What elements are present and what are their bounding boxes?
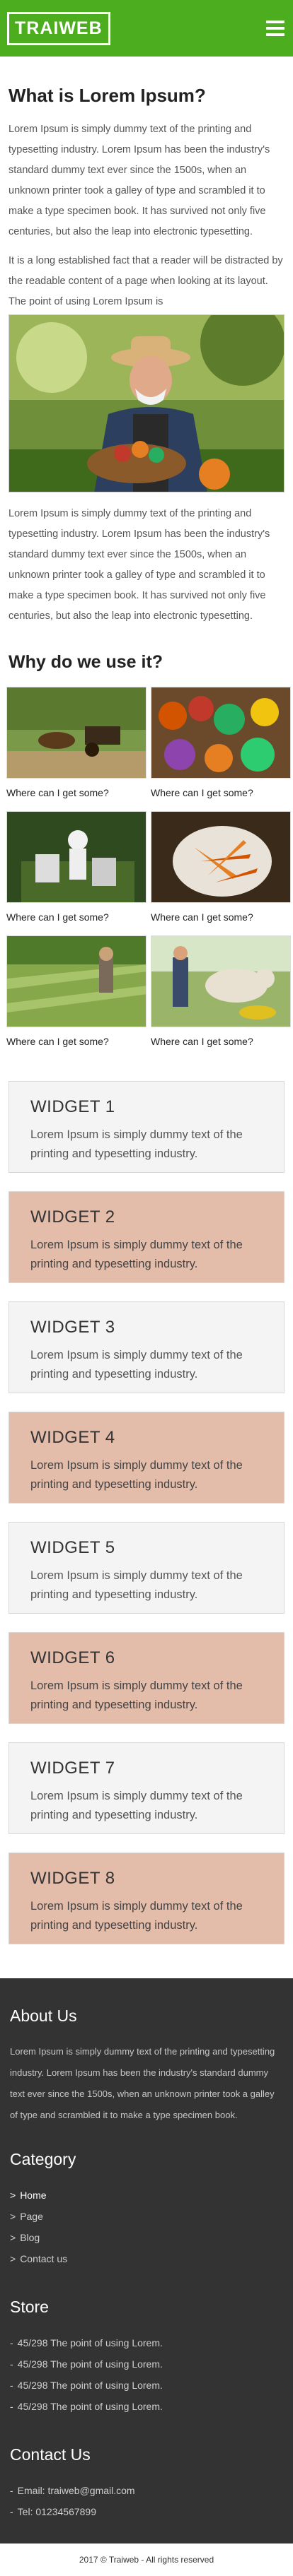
main-content: What is Lorem Ipsum? Lorem Ipsum is simp…	[0, 85, 293, 1945]
widget-text: Lorem Ipsum is simply dummy text of the …	[30, 1569, 243, 1602]
intro-paragraph-1: Lorem Ipsum is simply dummy text of the …	[8, 124, 270, 238]
widgets-section: WIDGET 1 Lorem Ipsum is simply dummy tex…	[8, 1081, 285, 1945]
store-title: Store	[10, 2298, 49, 2317]
widget-text: Lorem Ipsum is simply dummy text of the …	[30, 1459, 243, 1491]
category-label: Home	[20, 2190, 47, 2202]
chevron-right-icon: >	[10, 2253, 16, 2265]
gallery-image-horse-cart	[6, 687, 146, 779]
chevron-right-icon: >	[10, 2232, 16, 2244]
logo[interactable]: TRAIWEB	[7, 11, 110, 45]
gallery-caption[interactable]: Where can I get some?	[151, 787, 291, 798]
contact-list: - Email: traiweb@gmail.com - Tel: 01234567…	[10, 2480, 283, 2522]
why-title: Why do we use it?	[8, 652, 163, 673]
category-link-page[interactable]: > Page	[10, 2206, 283, 2227]
widget-7[interactable]: WIDGET 7 Lorem Ipsum is simply dummy tex…	[8, 1742, 285, 1835]
about-title: About Us	[10, 2007, 77, 2026]
gallery-item[interactable]: Where can I get some?	[151, 687, 291, 807]
intro-title: What is Lorem Ipsum?	[8, 85, 206, 106]
category-link-contact[interactable]: > Contact us	[10, 2248, 283, 2269]
gallery-image-vegetables	[151, 687, 291, 779]
store-item: -45/298 The point of using Lorem.	[10, 2337, 163, 2349]
widget-2[interactable]: WIDGET 2 Lorem Ipsum is simply dummy tex…	[8, 1191, 285, 1284]
about-text: Lorem Ipsum is simply dummy text of the …	[10, 2046, 275, 2121]
gallery-caption[interactable]: Where can I get some?	[6, 787, 146, 798]
contact-email[interactable]: - Email: traiweb@gmail.com	[10, 2480, 283, 2501]
category-label: Blog	[20, 2232, 40, 2244]
widget-text: Lorem Ipsum is simply dummy text of the …	[30, 1128, 243, 1161]
image-gallery: Where can I get some? Where can I get so…	[6, 687, 291, 1056]
hero-image-farmer	[8, 314, 285, 493]
intro-paragraph-3: Lorem Ipsum is simply dummy text of the …	[8, 508, 270, 622]
chevron-right-icon: >	[10, 2190, 16, 2202]
gallery-caption[interactable]: Where can I get some?	[151, 911, 291, 923]
widget-8[interactable]: WIDGET 8 Lorem Ipsum is simply dummy tex…	[8, 1853, 285, 1945]
category-list: > Home > Page > Blog > Contact us	[10, 2185, 283, 2269]
widget-text: Lorem Ipsum is simply dummy text of the …	[30, 1679, 243, 1712]
widget-title: WIDGET 7	[30, 1759, 115, 1778]
category-title: Category	[10, 2150, 76, 2169]
store-list: -45/298 The point of using Lorem. -45/29…	[10, 2332, 283, 2417]
category-label: Contact us	[20, 2253, 68, 2265]
widget-title: WIDGET 3	[30, 1318, 115, 1337]
site-footer: About Us Lorem Ipsum is simply dummy tex…	[0, 1978, 293, 2544]
store-item: -45/298 The point of using Lorem.	[10, 2401, 163, 2413]
gallery-item[interactable]: Where can I get some?	[151, 811, 291, 931]
widget-title: WIDGET 2	[30, 1207, 115, 1227]
store-item: -45/298 The point of using Lorem.	[10, 2380, 163, 2392]
widget-3[interactable]: WIDGET 3 Lorem Ipsum is simply dummy tex…	[8, 1301, 285, 1394]
gallery-image-beekeeper	[6, 811, 146, 904]
gallery-image-carrots	[151, 811, 291, 904]
widget-6[interactable]: WIDGET 6 Lorem Ipsum is simply dummy tex…	[8, 1632, 285, 1725]
widget-title: WIDGET 6	[30, 1648, 115, 1668]
widget-text: Lorem Ipsum is simply dummy text of the …	[30, 1239, 243, 1271]
contact-title: Contact Us	[10, 2445, 91, 2464]
gallery-image-farmer-cow	[151, 935, 291, 1028]
gallery-item[interactable]: Where can I get some?	[6, 935, 146, 1056]
widget-1[interactable]: WIDGET 1 Lorem Ipsum is simply dummy tex…	[8, 1081, 285, 1174]
widget-title: WIDGET 5	[30, 1538, 115, 1558]
farmer-illustration	[9, 315, 284, 492]
chevron-right-icon: >	[10, 2211, 16, 2223]
category-link-blog[interactable]: > Blog	[10, 2227, 283, 2248]
contact-tel[interactable]: - Tel: 01234567899	[10, 2501, 283, 2522]
gallery-item[interactable]: Where can I get some?	[6, 811, 146, 931]
gallery-item[interactable]: Where can I get some?	[151, 935, 291, 1056]
hamburger-icon[interactable]	[266, 20, 285, 36]
widget-5[interactable]: WIDGET 5 Lorem Ipsum is simply dummy tex…	[8, 1522, 285, 1614]
gallery-caption[interactable]: Where can I get some?	[6, 1036, 146, 1047]
intro-paragraph-2: It is a long established fact that a rea…	[8, 255, 283, 307]
widget-text: Lorem Ipsum is simply dummy text of the …	[30, 1900, 243, 1932]
widget-title: WIDGET 4	[30, 1428, 115, 1448]
widget-text: Lorem Ipsum is simply dummy text of the …	[30, 1349, 243, 1381]
gallery-caption[interactable]: Where can I get some?	[151, 1036, 291, 1047]
widget-title: WIDGET 8	[30, 1869, 115, 1889]
widget-title: WIDGET 1	[30, 1097, 115, 1117]
store-item: -45/298 The point of using Lorem.	[10, 2358, 163, 2370]
site-header: TRAIWEB	[0, 0, 293, 57]
widget-text: Lorem Ipsum is simply dummy text of the …	[30, 1790, 243, 1822]
gallery-image-field-worker	[6, 935, 146, 1028]
gallery-caption[interactable]: Where can I get some?	[6, 911, 146, 923]
copyright: 2017 © Traiweb - All rights reserved	[0, 2543, 293, 2576]
widget-4[interactable]: WIDGET 4 Lorem Ipsum is simply dummy tex…	[8, 1412, 285, 1504]
category-link-home[interactable]: > Home	[10, 2185, 283, 2206]
gallery-item[interactable]: Where can I get some?	[6, 687, 146, 807]
category-label: Page	[20, 2211, 43, 2223]
